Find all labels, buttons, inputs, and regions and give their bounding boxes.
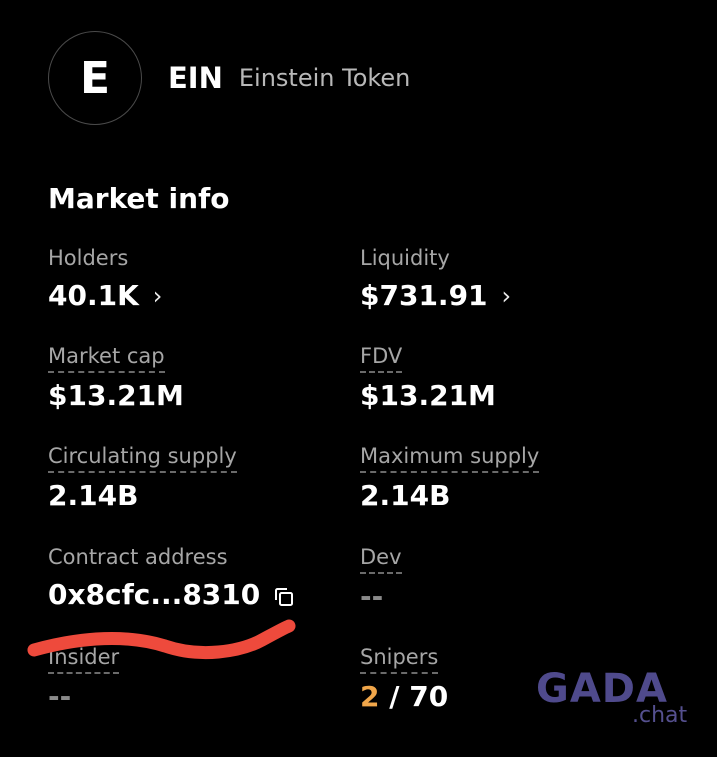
dev-value: -- — [360, 580, 384, 613]
holders-value: 40.1K — [48, 279, 139, 312]
insider-cell: Insider -- — [48, 645, 120, 713]
maximum-supply-value: 2.14B — [360, 479, 451, 512]
token-header: E EIN Einstein Token — [48, 30, 410, 126]
maximum-supply-cell: Maximum supply 2.14B — [360, 444, 540, 512]
section-title: Market info — [48, 182, 230, 215]
circulating-supply-label[interactable]: Circulating supply — [48, 444, 237, 473]
snipers-separator: / — [379, 680, 410, 713]
chevron-right-icon[interactable]: › — [502, 282, 512, 310]
snipers-label[interactable]: Snipers — [360, 645, 439, 674]
insider-value: -- — [48, 680, 72, 713]
liquidity-cell: Liquidity $731.91 › — [360, 246, 511, 312]
insider-label[interactable]: Insider — [48, 645, 120, 674]
circulating-supply-cell: Circulating supply 2.14B — [48, 444, 237, 512]
snipers-value: 2 / 70 — [360, 680, 448, 713]
token-avatar: E — [48, 31, 142, 125]
fdv-label[interactable]: FDV — [360, 344, 403, 373]
contract-address-value: 0x8cfc...8310 — [48, 578, 261, 611]
token-name: Einstein Token — [238, 64, 411, 92]
holders-label: Holders — [48, 246, 129, 270]
liquidity-link[interactable]: $731.91 › — [360, 279, 511, 312]
market-cap-cell: Market cap $13.21M — [48, 344, 184, 412]
dev-cell: Dev -- — [360, 545, 402, 613]
liquidity-label: Liquidity — [360, 246, 450, 270]
chevron-right-icon[interactable]: › — [153, 282, 163, 310]
contract-address-cell: Contract address 0x8cfc...8310 — [48, 545, 296, 611]
liquidity-value: $731.91 — [360, 279, 488, 312]
snipers-cell: Snipers 2 / 70 — [360, 645, 448, 713]
copy-icon[interactable] — [272, 583, 296, 607]
watermark-suffix: .chat — [632, 703, 688, 728]
token-symbol: EIN — [168, 61, 223, 95]
gada-logo-watermark: GADA — [536, 666, 668, 708]
contract-address-row: 0x8cfc...8310 — [48, 578, 296, 611]
maximum-supply-label[interactable]: Maximum supply — [360, 444, 540, 473]
market-cap-value: $13.21M — [48, 379, 184, 412]
circulating-supply-value: 2.14B — [48, 479, 139, 512]
fdv-cell: FDV $13.21M — [360, 344, 496, 412]
holders-cell: Holders 40.1K › — [48, 246, 162, 312]
watermark-brand: GADA — [536, 666, 668, 708]
contract-address-label: Contract address — [48, 545, 228, 569]
dev-label[interactable]: Dev — [360, 545, 402, 574]
snipers-total: 70 — [409, 680, 449, 713]
snipers-count: 2 — [360, 680, 380, 713]
fdv-value: $13.21M — [360, 379, 496, 412]
holders-link[interactable]: 40.1K › — [48, 279, 162, 312]
market-cap-label[interactable]: Market cap — [48, 344, 165, 373]
